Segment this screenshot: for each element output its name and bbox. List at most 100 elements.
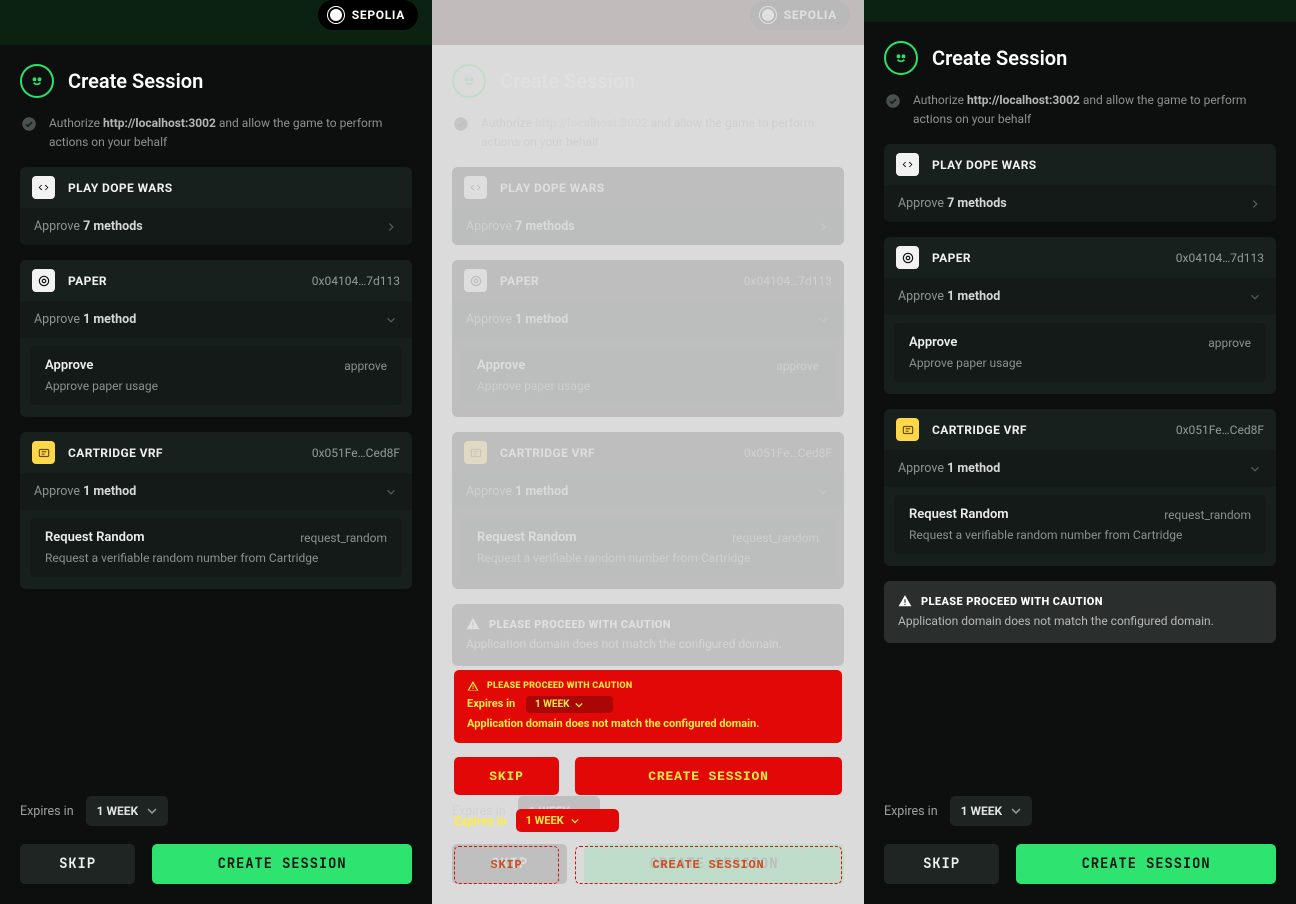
authorize-text: Authorize http://localhost:3002 and allo… — [913, 91, 1276, 129]
section-summary-cartridge-vrf[interactable]: Approve 1 method — [452, 473, 844, 510]
hero-right — [864, 0, 1296, 22]
warning-triangle-icon — [467, 680, 479, 692]
method-detail-paper: Approve approve Approve paper usage — [462, 346, 834, 405]
page-title: Create Session — [932, 46, 1067, 70]
vrf-icon — [469, 446, 483, 460]
page-title: Create Session — [68, 69, 203, 93]
section-dope-wars: PLAY DOPE WARS Approve 7 methods — [884, 144, 1276, 222]
network-avatar-icon — [759, 6, 777, 24]
expiry-dropdown[interactable]: 1 WEEK — [950, 796, 1033, 826]
code-icon-box — [896, 153, 919, 176]
target-icon — [469, 274, 483, 288]
expiry-dropdown[interactable]: 1 WEEK — [86, 796, 169, 826]
section-header-dope-wars: PLAY DOPE WARS — [20, 167, 412, 208]
warning-box: PLEASE PROCEED WITH CAUTION Application … — [452, 604, 844, 666]
content-left: Create Session Authorize http://localhos… — [0, 45, 432, 904]
ghost-create-button[interactable]: CREATE SESSION — [575, 846, 842, 884]
target-icon-box — [32, 269, 55, 292]
warning-title: PLEASE PROCEED WITH CAUTION — [921, 595, 1103, 608]
section-cartridge-vrf: CARTRIDGE VRF 0x051Fe…Ced8F Approve 1 me… — [452, 432, 844, 589]
skip-button[interactable]: SKIP — [884, 844, 999, 884]
vrf-icon — [37, 446, 51, 460]
section-address: 0x04104…7d113 — [744, 274, 832, 288]
section-dope-wars: PLAY DOPE WARS Approve 7 methods — [452, 167, 844, 245]
chevron-down-icon — [816, 485, 830, 499]
code-icon — [901, 158, 914, 171]
checkmark-badge-icon — [20, 115, 38, 133]
section-summary-cartridge-vrf[interactable]: Approve 1 method — [884, 450, 1276, 487]
glitch-stack: PLEASE PROCEED WITH CAUTION Expires in 1… — [454, 670, 842, 884]
section-title: PAPER — [932, 251, 971, 265]
section-cartridge-vrf: CARTRIDGE VRF 0x051Fe…Ced8F Approve 1 me… — [884, 409, 1276, 566]
glitch-expiry-dropdown[interactable]: 1 WEEK — [526, 696, 613, 713]
section-summary-dope-wars[interactable]: Approve 7 methods — [452, 208, 844, 245]
warning-triangle-icon — [466, 617, 480, 631]
method-desc: Request a verifiable random number from … — [45, 551, 387, 565]
code-icon — [37, 181, 50, 194]
expiry-label: Expires in — [884, 804, 938, 819]
skip-button[interactable]: SKIP — [20, 844, 135, 884]
panel-left: SEPOLIA Create Session Authorize http://… — [0, 0, 432, 904]
content-right: Create Session Authorize http://localhos… — [864, 22, 1296, 904]
method-desc: Request a verifiable random number from … — [477, 551, 819, 565]
section-title: PAPER — [500, 274, 539, 288]
section-address: 0x04104…7d113 — [1176, 251, 1264, 265]
section-title: CARTRIDGE VRF — [932, 423, 1027, 437]
chevron-down-icon — [1248, 290, 1262, 304]
method-detail-paper: Approve approve Approve paper usage — [894, 323, 1266, 382]
target-icon-box — [464, 269, 487, 292]
ghost-skip-button[interactable]: SKIP — [454, 846, 559, 884]
smiley-icon — [20, 64, 54, 98]
section-header-cartridge-vrf: CARTRIDGE VRF 0x051Fe…Ced8F — [452, 432, 844, 473]
method-name: Request Random — [477, 530, 577, 545]
glitch-warning-message: Application domain does not match the co… — [467, 717, 759, 730]
section-summary-paper[interactable]: Approve 1 method — [884, 278, 1276, 315]
warning-message: Application domain does not match the co… — [898, 614, 1262, 628]
network-pill[interactable]: SEPOLIA — [318, 0, 418, 30]
glitch-skip-button[interactable]: SKIP — [454, 757, 559, 795]
section-header-paper: PAPER 0x04104…7d113 — [20, 260, 412, 301]
section-title: CARTRIDGE VRF — [500, 446, 595, 460]
authorize-text: Authorize http://localhost:3002 and allo… — [481, 114, 844, 152]
warning-title: PLEASE PROCEED WITH CAUTION — [489, 618, 671, 631]
chevron-down-icon — [1011, 806, 1021, 816]
section-paper: PAPER 0x04104…7d113 Approve 1 method App… — [452, 260, 844, 417]
chevron-down-icon — [571, 817, 579, 825]
chevron-down-icon — [575, 701, 583, 709]
target-icon — [37, 274, 51, 288]
section-header-dope-wars: PLAY DOPE WARS — [884, 144, 1276, 185]
method-selector: approve — [1208, 336, 1251, 350]
glitch-warning-title: PLEASE PROCEED WITH CAUTION — [487, 681, 632, 691]
warning-message: Application domain does not match the co… — [466, 637, 830, 651]
ghost-expiry-dropdown[interactable]: 1 WEEK — [516, 809, 619, 832]
network-pill[interactable]: SEPOLIA — [750, 0, 850, 30]
code-icon — [469, 181, 482, 194]
method-desc: Approve paper usage — [909, 356, 1251, 370]
section-address: 0x051Fe…Ced8F — [312, 446, 400, 460]
warning-triangle-icon — [898, 594, 912, 608]
method-detail-paper: Approve approve Approve paper usage — [30, 346, 402, 405]
checkmark-badge-icon — [452, 115, 470, 133]
section-summary-dope-wars[interactable]: Approve 7 methods — [884, 185, 1276, 222]
ghost-expiry-label: Expires in — [454, 814, 507, 828]
glitch-create-button[interactable]: CREATE SESSION — [575, 757, 842, 795]
code-icon-box — [32, 176, 55, 199]
section-header-paper: PAPER 0x04104…7d113 — [452, 260, 844, 301]
authorize-text: Authorize http://localhost:3002 and allo… — [49, 114, 412, 152]
chevron-down-icon — [384, 485, 398, 499]
checkmark-badge-icon — [884, 92, 902, 110]
network-avatar-icon — [327, 6, 345, 24]
section-summary-paper[interactable]: Approve 1 method — [20, 301, 412, 338]
section-summary-dope-wars[interactable]: Approve 7 methods — [20, 208, 412, 245]
chevron-right-icon — [816, 220, 830, 234]
method-name: Approve — [45, 358, 93, 373]
create-session-button[interactable]: CREATE SESSION — [152, 844, 412, 884]
method-detail-cartridge-vrf: Request Random request_random Request a … — [30, 518, 402, 577]
chevron-right-icon — [1248, 197, 1262, 211]
smiley-icon — [884, 41, 918, 75]
create-session-button[interactable]: CREATE SESSION — [1016, 844, 1276, 884]
section-summary-cartridge-vrf[interactable]: Approve 1 method — [20, 473, 412, 510]
section-summary-paper[interactable]: Approve 1 method — [452, 301, 844, 338]
page-title: Create Session — [500, 69, 635, 93]
section-header-cartridge-vrf: CARTRIDGE VRF 0x051Fe…Ced8F — [20, 432, 412, 473]
